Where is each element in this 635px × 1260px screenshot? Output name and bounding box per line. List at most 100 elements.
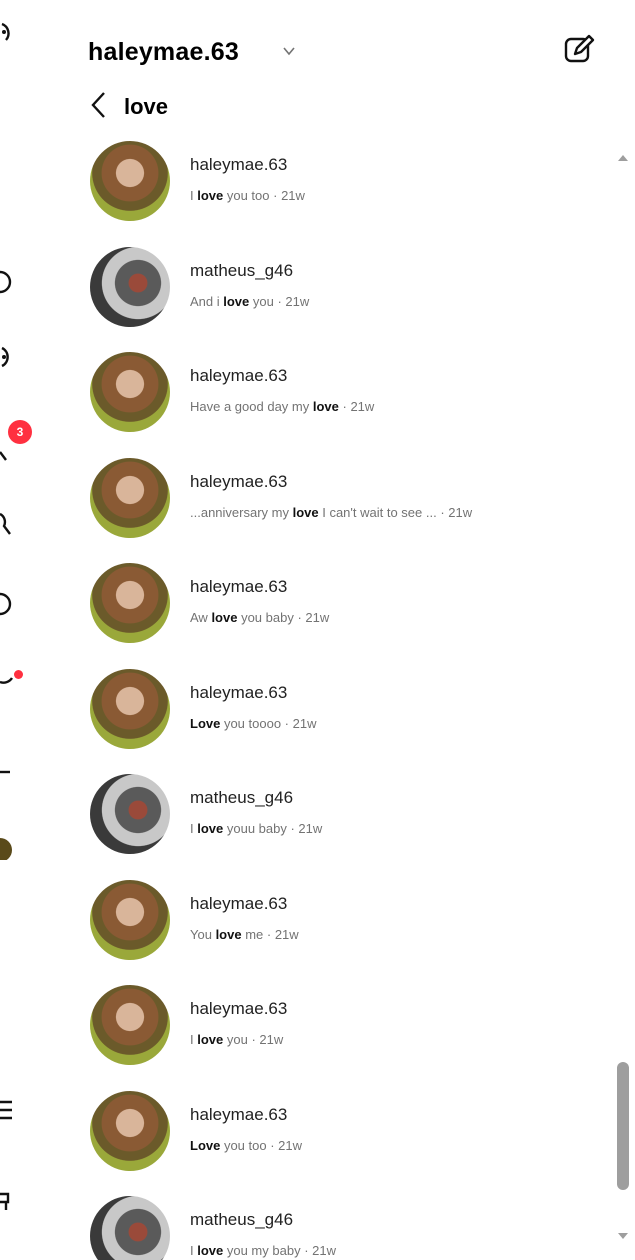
dm-header: haleymae.63 xyxy=(88,34,595,74)
avatar xyxy=(90,141,170,221)
snippet-separator: · xyxy=(338,399,351,414)
snippet-separator: · xyxy=(286,821,299,836)
back-arrow-icon[interactable] xyxy=(88,90,110,125)
snippet-text-before: You xyxy=(190,926,216,942)
snippet-separator: · xyxy=(281,715,293,731)
result-username: haleymae.63 xyxy=(190,682,288,702)
home-icon[interactable] xyxy=(0,20,24,44)
result-snippet: You love me · 21w xyxy=(190,927,299,942)
search-results-list: haleymae.63 I love you too · 21w matheus_g… xyxy=(0,128,612,1260)
snippet-match: love xyxy=(292,504,319,520)
result-timestamp: 21w xyxy=(259,1032,284,1047)
search-result-item[interactable]: haleymae.63 Aw love you baby · 21w xyxy=(0,563,612,668)
result-snippet: ...anniversary my love I can't wait to s… xyxy=(190,505,472,520)
snippet-text-after: you xyxy=(223,1032,248,1047)
snippet-separator: · xyxy=(266,1137,279,1153)
result-timestamp: 21w xyxy=(292,715,317,731)
result-timestamp: 21w xyxy=(298,821,323,836)
search-result-item[interactable]: haleymae.63 You love me · 21w xyxy=(0,879,612,985)
snippet-match: love xyxy=(197,821,224,836)
result-timestamp: 21w xyxy=(312,1243,336,1258)
result-timestamp: 21w xyxy=(274,926,299,942)
snippet-text-after: you my baby xyxy=(223,1243,301,1258)
result-username: matheus_g46 xyxy=(190,260,294,280)
avatar xyxy=(90,985,170,1065)
result-timestamp: 21w xyxy=(350,399,375,414)
result-snippet: I love youu baby · 21w xyxy=(190,821,322,836)
search-query: love xyxy=(124,94,169,119)
result-username: haleymae.63 xyxy=(190,1104,288,1124)
snippet-text-before: Have a good day my xyxy=(190,399,313,414)
snippet-separator: · xyxy=(436,504,449,520)
avatar xyxy=(90,668,170,749)
account-name[interactable]: haleymae.63 xyxy=(88,38,239,67)
search-result-item[interactable]: matheus_g46 I love you my baby · 21w xyxy=(0,1196,612,1260)
snippet-match: love xyxy=(215,926,242,942)
search-result-item[interactable]: matheus_g46 I love youu baby · 21w xyxy=(0,774,612,879)
avatar xyxy=(90,352,170,432)
snippet-match: love xyxy=(312,399,339,414)
avatar xyxy=(90,246,170,327)
avatar xyxy=(90,457,170,538)
avatar xyxy=(90,879,170,960)
scroll-up-arrow-icon[interactable] xyxy=(617,150,629,168)
snippet-separator: · xyxy=(269,188,282,203)
snippet-separator: · xyxy=(247,1032,260,1047)
scrollbar-thumb[interactable] xyxy=(617,1062,629,1190)
snippet-text-before: ...anniversary my xyxy=(190,504,293,520)
search-result-item[interactable]: haleymae.63 Love you too · 21w xyxy=(0,1090,612,1196)
result-snippet: I love you too · 21w xyxy=(190,188,305,203)
result-snippet: Aw love you baby · 21w xyxy=(190,610,329,625)
snippet-text-after: I can't wait to see ... xyxy=(318,504,437,520)
result-username: haleymae.63 xyxy=(190,577,288,596)
snippet-text-after: me xyxy=(241,926,264,942)
snippet-match: love xyxy=(197,1243,224,1258)
search-result-item[interactable]: haleymae.63 I love you · 21w xyxy=(0,985,612,1090)
result-username: haleymae.63 xyxy=(190,155,288,174)
search-result-item[interactable]: haleymae.63 Have a good day my love · 21w xyxy=(0,352,612,457)
result-username: matheus_g46 xyxy=(190,1210,294,1229)
result-snippet: I love you my baby · 21w xyxy=(190,1243,336,1258)
search-result-item[interactable]: haleymae.63 ...anniversary my love I can'… xyxy=(0,457,612,563)
snippet-separator: · xyxy=(293,610,306,625)
avatar xyxy=(90,1090,170,1171)
scroll-down-arrow-icon[interactable] xyxy=(617,1228,629,1246)
snippet-match: love xyxy=(223,293,250,309)
search-result-item[interactable]: matheus_g46 And i love you · 21w xyxy=(0,246,612,352)
result-snippet: Love you too · 21w xyxy=(190,1138,302,1153)
snippet-text-after: you too xyxy=(220,1137,267,1153)
snippet-text-after: you xyxy=(249,293,274,309)
compose-icon[interactable] xyxy=(563,34,595,71)
result-username: haleymae.63 xyxy=(190,471,288,491)
result-snippet: Have a good day my love · 21w xyxy=(190,399,374,414)
result-snippet: And i love you · 21w xyxy=(190,294,309,309)
avatar xyxy=(90,1196,170,1260)
snippet-text-after: you too xyxy=(223,188,270,203)
result-username: haleymae.63 xyxy=(190,366,288,385)
chevron-down-icon[interactable] xyxy=(282,44,296,63)
result-timestamp: 21w xyxy=(285,293,310,309)
snippet-match: love xyxy=(211,610,238,625)
snippet-match: love xyxy=(197,188,224,203)
search-result-item[interactable]: haleymae.63 I love you too · 21w xyxy=(0,141,612,246)
scrollbar[interactable] xyxy=(612,128,635,1260)
result-username: matheus_g46 xyxy=(190,788,294,807)
result-snippet: I love you · 21w xyxy=(190,1032,283,1047)
snippet-separator: · xyxy=(300,1243,313,1258)
snippet-text-after: you toooo xyxy=(220,715,282,731)
snippet-text-after: youu baby xyxy=(223,821,287,836)
snippet-text-after: you baby xyxy=(237,610,294,625)
result-timestamp: 21w xyxy=(305,610,330,625)
snippet-match: Love xyxy=(190,1137,221,1153)
snippet-match: love xyxy=(197,1032,224,1047)
snippet-text-before: Aw xyxy=(190,610,212,625)
result-timestamp: 21w xyxy=(448,504,473,520)
snippet-match: Love xyxy=(190,715,221,731)
snippet-separator: · xyxy=(273,293,286,309)
result-username: haleymae.63 xyxy=(190,893,288,913)
result-username: haleymae.63 xyxy=(190,999,288,1018)
result-timestamp: 21w xyxy=(281,188,305,203)
search-result-item[interactable]: haleymae.63 Love you toooo · 21w xyxy=(0,668,612,774)
avatar xyxy=(90,563,170,643)
result-snippet: Love you toooo · 21w xyxy=(190,716,316,731)
